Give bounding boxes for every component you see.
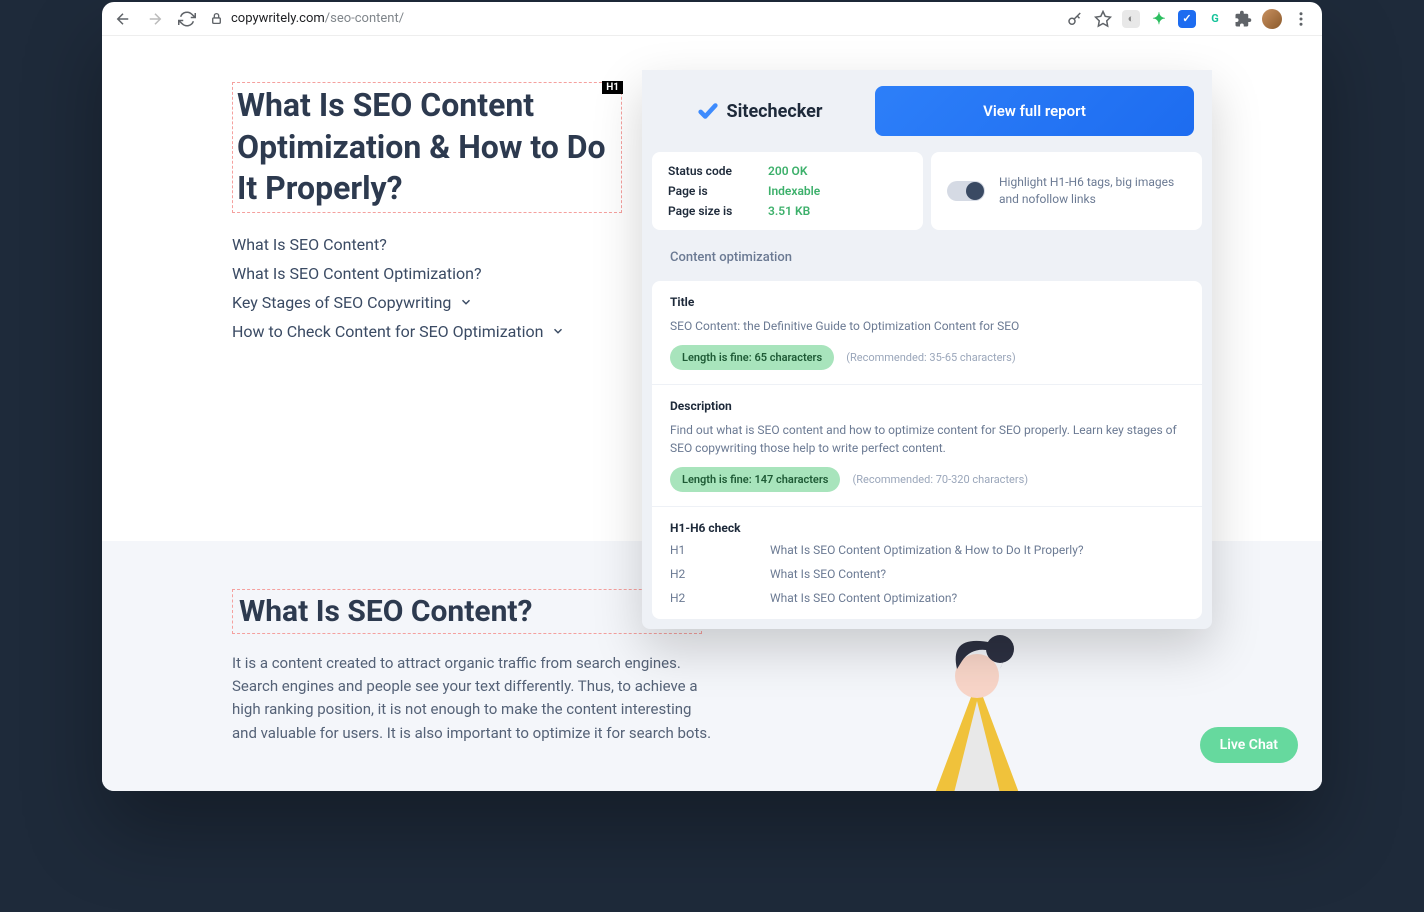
grammarly-icon[interactable]: G xyxy=(1206,10,1224,28)
nav-buttons xyxy=(114,10,196,28)
live-chat-button[interactable]: Live Chat xyxy=(1200,727,1298,763)
h1-highlight: H1 What Is SEO Content Optimization & Ho… xyxy=(232,82,622,213)
desc-heading: Description xyxy=(670,399,1184,413)
extensions-icon[interactable] xyxy=(1234,10,1252,28)
h-level: H2 xyxy=(670,591,770,605)
popup-body: Status code200 OK Page isIndexable Page … xyxy=(642,152,1212,629)
forward-icon[interactable] xyxy=(146,10,164,28)
title-recommend: (Recommended: 35-65 characters) xyxy=(846,351,1015,364)
toolbar-icons: ◐ ✦ ✓ G xyxy=(1066,9,1310,29)
person-illustration xyxy=(882,621,1072,791)
status-value: Indexable xyxy=(768,184,820,198)
lock-icon xyxy=(210,12,223,25)
status-label: Page size is xyxy=(668,204,768,218)
hcheck-heading: H1-H6 check xyxy=(670,521,1184,535)
page-content: H1 What Is SEO Content Optimization & Ho… xyxy=(102,36,1322,791)
desc-length-pill: Length is fine: 147 characters xyxy=(670,467,840,492)
section-label: Content optimization xyxy=(652,238,1202,273)
url-bar[interactable]: copywritely.com/seo-content/ xyxy=(210,11,1052,26)
title-block: Title SEO Content: the Definitive Guide … xyxy=(652,281,1202,385)
browser-window: copywritely.com/seo-content/ ◐ ✦ ✓ G H1 … xyxy=(102,2,1322,791)
h-level: H1 xyxy=(670,543,770,557)
desc-text: Find out what is SEO content and how to … xyxy=(670,421,1184,457)
sitechecker-popup: Sitechecker View full report Status code… xyxy=(642,70,1212,629)
title-length-pill: Length is fine: 65 characters xyxy=(670,345,834,370)
status-label: Status code xyxy=(668,164,768,178)
detail-card: Title SEO Content: the Definitive Guide … xyxy=(652,281,1202,619)
page-h1: What Is SEO Content Optimization & How t… xyxy=(237,85,615,210)
h-text: What Is SEO Content Optimization & How t… xyxy=(770,543,1084,557)
status-value: 200 OK xyxy=(768,164,807,178)
description-block: Description Find out what is SEO content… xyxy=(652,385,1202,507)
title-text: SEO Content: the Definitive Guide to Opt… xyxy=(670,317,1184,335)
brand: Sitechecker xyxy=(660,100,859,122)
key-icon[interactable] xyxy=(1066,10,1084,28)
chevron-down-icon xyxy=(551,324,565,338)
h-text: What Is SEO Content? xyxy=(770,567,886,581)
back-icon[interactable] xyxy=(114,10,132,28)
status-label: Page is xyxy=(668,184,768,198)
section-paragraph: It is a content created to attract organ… xyxy=(232,652,712,745)
h1-tag-badge: H1 xyxy=(602,81,623,94)
profile-avatar[interactable] xyxy=(1262,9,1282,29)
menu-icon[interactable] xyxy=(1292,10,1310,28)
star-icon[interactable] xyxy=(1094,10,1112,28)
browser-toolbar: copywritely.com/seo-content/ ◐ ✦ ✓ G xyxy=(102,2,1322,36)
chevron-down-icon xyxy=(459,295,473,309)
h-level: H2 xyxy=(670,567,770,581)
brand-name: Sitechecker xyxy=(727,101,823,122)
evernote-icon[interactable]: ✦ xyxy=(1150,10,1168,28)
url-host: copywritely.com xyxy=(231,11,325,26)
reload-icon[interactable] xyxy=(178,10,196,28)
title-heading: Title xyxy=(670,295,1184,309)
h2-highlight: H2 What Is SEO Content? xyxy=(232,589,702,634)
h-text: What Is SEO Content Optimization? xyxy=(770,591,957,605)
popup-header: Sitechecker View full report xyxy=(642,70,1212,152)
view-full-report-button[interactable]: View full report xyxy=(875,86,1194,136)
highlight-toggle[interactable] xyxy=(947,181,985,201)
desc-recommend: (Recommended: 70-320 characters) xyxy=(852,473,1028,486)
hcheck-block: H1-H6 check H1What Is SEO Content Optimi… xyxy=(652,507,1202,619)
page-h2: What Is SEO Content? xyxy=(239,594,695,629)
extension-icon-1[interactable]: ◐ xyxy=(1122,10,1140,28)
brand-check-icon xyxy=(697,100,719,122)
status-card: Status code200 OK Page isIndexable Page … xyxy=(652,152,923,230)
sitechecker-ext-icon[interactable]: ✓ xyxy=(1178,10,1196,28)
status-value: 3.51 KB xyxy=(768,204,810,218)
toggle-label: Highlight H1-H6 tags, big images and nof… xyxy=(999,174,1186,208)
toggle-card: Highlight H1-H6 tags, big images and nof… xyxy=(931,152,1202,230)
url-path: /seo-content/ xyxy=(325,11,404,26)
